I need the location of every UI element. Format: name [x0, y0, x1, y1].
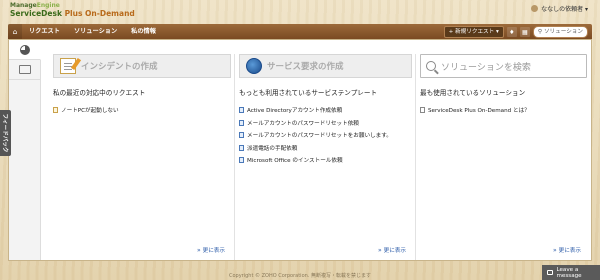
solution-search-dropdown[interactable]: ⚲ ソリューション	[532, 26, 588, 38]
list-item[interactable]: ServiceDesk Plus On-Demand とは？	[420, 104, 587, 117]
brand-top-a: Manage	[10, 2, 37, 9]
solution-search-input[interactable]: ソリューションを検索	[420, 54, 587, 78]
list-item[interactable]: ノートPCが起動しない	[53, 104, 231, 117]
create-incident-label: インシデントの作成	[81, 62, 158, 72]
recent-requests-column: インシデントの作成 私の最近の対応中のリクエスト ノートPCが起動しない » 更に…	[53, 54, 231, 260]
incident-icon	[60, 58, 76, 74]
grid-icon[interactable]: ▦	[519, 27, 530, 37]
magnifier-icon	[426, 61, 436, 71]
notification-icon[interactable]: ♦	[506, 27, 517, 37]
dashboard-panel: インシデントの作成 私の最近の対応中のリクエスト ノートPCが起動しない » 更に…	[8, 39, 592, 261]
list-item[interactable]: メールアカウントのパスワードリセット依頼	[239, 117, 412, 130]
megaphone-icon	[19, 65, 31, 74]
nav-solutions[interactable]: ソリューション	[67, 24, 124, 39]
solution-search-placeholder: ソリューションを検索	[441, 62, 531, 73]
nav-my-info[interactable]: 私の情報	[124, 24, 163, 39]
app-logo[interactable]: ManageEngine ServiceDesk Plus On-Demand	[10, 2, 135, 19]
list-item[interactable]: 派遣電話の手配依頼	[239, 142, 412, 155]
create-incident-button[interactable]: インシデントの作成	[53, 54, 231, 78]
service-globe-icon	[246, 58, 262, 74]
nav-requests[interactable]: リクエスト	[22, 24, 67, 39]
solutions-column: ソリューションを検索 最も使用されているソリューション ServiceDesk …	[415, 54, 587, 260]
list-item[interactable]: メールアカウントのパスワードリセットをお願いします。	[239, 129, 412, 142]
template-icon	[239, 144, 244, 151]
user-menu[interactable]: ななしの依頼者 ▾	[531, 4, 588, 13]
service-templates-column: サービス要求の作成 もっとも利用されているサービステンプレート Active D…	[234, 54, 412, 260]
request-icon	[53, 107, 58, 114]
template-icon	[239, 107, 244, 114]
solution-doc-icon	[420, 107, 425, 114]
search-icon: ⚲	[537, 29, 542, 35]
feedback-tab[interactable]: フィードバック	[0, 110, 11, 156]
tab-dashboard[interactable]	[9, 40, 41, 60]
arrow-icon: »	[196, 246, 201, 254]
solution-search-label: ソリューション	[543, 29, 583, 35]
recent-requests-title: 私の最近の対応中のリクエスト	[53, 89, 146, 97]
brand-main-b: Plus On-Demand	[61, 9, 135, 18]
brand-main-a: ServiceDesk	[10, 9, 62, 18]
side-tabs	[9, 40, 41, 260]
leave-message-label: Leave a message	[556, 266, 582, 279]
create-service-label: サービス要求の作成	[267, 62, 344, 72]
tab-announcements[interactable]	[9, 60, 41, 80]
home-icon[interactable]: ⌂	[8, 24, 22, 39]
service-templates-title: もっとも利用されているサービステンプレート	[239, 89, 378, 97]
user-name: ななしの依頼者 ▾	[541, 6, 588, 13]
show-more-link[interactable]: » 更に表示	[196, 246, 225, 255]
template-icon	[239, 157, 244, 164]
top-header: ManageEngine ServiceDesk Plus On-Demand …	[0, 0, 600, 24]
copyright-footer: Copyright © ZOHO Corporation. 無断複写・転載を禁じ…	[229, 273, 371, 279]
chat-icon	[547, 270, 554, 275]
template-icon	[239, 119, 244, 126]
leave-message-button[interactable]: Leave a message	[542, 265, 600, 280]
list-item[interactable]: Active Directoryアカウント作成依頼	[239, 104, 412, 117]
main-navbar: ⌂ リクエスト ソリューション 私の情報 + 新規リクエスト ▾ ♦ ▦ ⚲ ソ…	[8, 24, 592, 39]
arrow-icon: »	[377, 246, 382, 254]
user-icon	[531, 5, 539, 12]
show-more-link[interactable]: » 更に表示	[377, 246, 406, 255]
arrow-icon: »	[552, 246, 557, 254]
list-item[interactable]: Microsoft Office のインストール依頼	[239, 154, 412, 167]
feedback-label: フィードバック	[1, 113, 8, 153]
brand-top-b: Engine	[36, 2, 60, 9]
pie-chart-icon	[19, 44, 30, 55]
template-icon	[239, 132, 244, 139]
new-request-button[interactable]: + 新規リクエスト ▾	[443, 26, 504, 38]
top-solutions-title: 最も使用されているソリューション	[420, 89, 526, 97]
show-more-link[interactable]: » 更に表示	[552, 246, 581, 255]
create-service-request-button[interactable]: サービス要求の作成	[239, 54, 412, 78]
